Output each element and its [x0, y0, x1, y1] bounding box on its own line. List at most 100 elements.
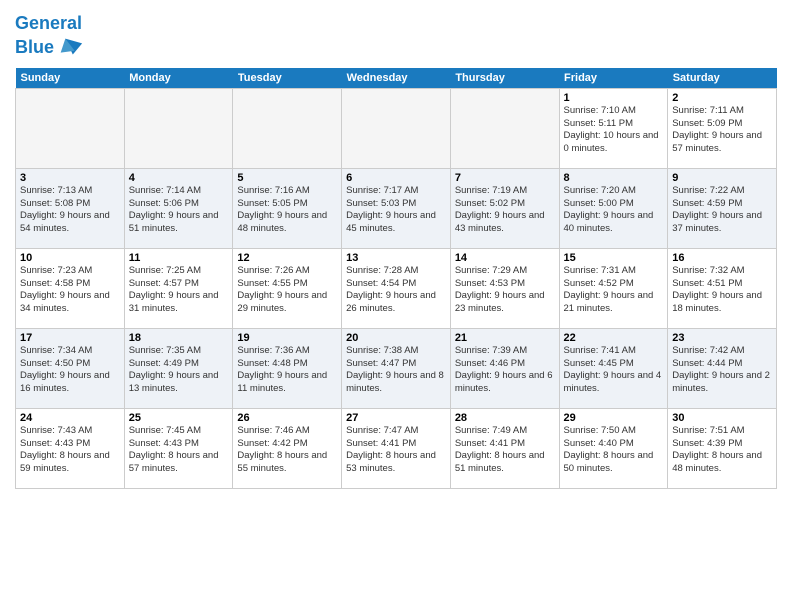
page-container: General Blue SundayMondayTuesdayWednesda…: [0, 0, 792, 499]
calendar-cell: [450, 88, 559, 168]
calendar-cell: 11Sunrise: 7:25 AM Sunset: 4:57 PM Dayli…: [124, 248, 233, 328]
calendar-cell: [342, 88, 451, 168]
day-number: 27: [346, 412, 446, 424]
day-number: 10: [20, 252, 120, 264]
day-number: 24: [20, 412, 120, 424]
calendar-cell: 21Sunrise: 7:39 AM Sunset: 4:46 PM Dayli…: [450, 328, 559, 408]
day-info: Sunrise: 7:47 AM Sunset: 4:41 PM Dayligh…: [346, 425, 446, 476]
header: General Blue: [15, 10, 777, 62]
calendar-cell: 25Sunrise: 7:45 AM Sunset: 4:43 PM Dayli…: [124, 408, 233, 488]
calendar-cell: 10Sunrise: 7:23 AM Sunset: 4:58 PM Dayli…: [16, 248, 125, 328]
weekday-header: Sunday: [16, 68, 125, 89]
day-info: Sunrise: 7:46 AM Sunset: 4:42 PM Dayligh…: [237, 425, 337, 476]
weekday-header: Tuesday: [233, 68, 342, 89]
calendar-cell: 19Sunrise: 7:36 AM Sunset: 4:48 PM Dayli…: [233, 328, 342, 408]
day-info: Sunrise: 7:42 AM Sunset: 4:44 PM Dayligh…: [672, 345, 772, 396]
calendar-week-row: 1Sunrise: 7:10 AM Sunset: 5:11 PM Daylig…: [16, 88, 777, 168]
day-info: Sunrise: 7:31 AM Sunset: 4:52 PM Dayligh…: [564, 265, 664, 316]
day-info: Sunrise: 7:41 AM Sunset: 4:45 PM Dayligh…: [564, 345, 664, 396]
day-number: 15: [564, 252, 664, 264]
calendar-cell: 20Sunrise: 7:38 AM Sunset: 4:47 PM Dayli…: [342, 328, 451, 408]
day-number: 4: [129, 172, 229, 184]
day-info: Sunrise: 7:36 AM Sunset: 4:48 PM Dayligh…: [237, 345, 337, 396]
day-info: Sunrise: 7:51 AM Sunset: 4:39 PM Dayligh…: [672, 425, 772, 476]
day-info: Sunrise: 7:23 AM Sunset: 4:58 PM Dayligh…: [20, 265, 120, 316]
calendar-week-row: 17Sunrise: 7:34 AM Sunset: 4:50 PM Dayli…: [16, 328, 777, 408]
day-info: Sunrise: 7:17 AM Sunset: 5:03 PM Dayligh…: [346, 185, 446, 236]
logo-blue: Blue: [15, 38, 54, 58]
calendar-cell: 8Sunrise: 7:20 AM Sunset: 5:00 PM Daylig…: [559, 168, 668, 248]
day-number: 29: [564, 412, 664, 424]
day-info: Sunrise: 7:35 AM Sunset: 4:49 PM Dayligh…: [129, 345, 229, 396]
day-number: 12: [237, 252, 337, 264]
day-number: 22: [564, 332, 664, 344]
calendar-cell: 17Sunrise: 7:34 AM Sunset: 4:50 PM Dayli…: [16, 328, 125, 408]
day-number: 14: [455, 252, 555, 264]
calendar-cell: 24Sunrise: 7:43 AM Sunset: 4:43 PM Dayli…: [16, 408, 125, 488]
day-info: Sunrise: 7:16 AM Sunset: 5:05 PM Dayligh…: [237, 185, 337, 236]
calendar-week-row: 24Sunrise: 7:43 AM Sunset: 4:43 PM Dayli…: [16, 408, 777, 488]
day-number: 5: [237, 172, 337, 184]
calendar-cell: 18Sunrise: 7:35 AM Sunset: 4:49 PM Dayli…: [124, 328, 233, 408]
calendar-body: 1Sunrise: 7:10 AM Sunset: 5:11 PM Daylig…: [16, 88, 777, 488]
day-info: Sunrise: 7:28 AM Sunset: 4:54 PM Dayligh…: [346, 265, 446, 316]
day-info: Sunrise: 7:22 AM Sunset: 4:59 PM Dayligh…: [672, 185, 772, 236]
calendar-cell: 26Sunrise: 7:46 AM Sunset: 4:42 PM Dayli…: [233, 408, 342, 488]
day-info: Sunrise: 7:11 AM Sunset: 5:09 PM Dayligh…: [672, 105, 772, 156]
calendar-cell: 15Sunrise: 7:31 AM Sunset: 4:52 PM Dayli…: [559, 248, 668, 328]
calendar-cell: [233, 88, 342, 168]
day-info: Sunrise: 7:34 AM Sunset: 4:50 PM Dayligh…: [20, 345, 120, 396]
day-number: 21: [455, 332, 555, 344]
logo: General Blue: [15, 14, 84, 62]
day-info: Sunrise: 7:10 AM Sunset: 5:11 PM Dayligh…: [564, 105, 664, 156]
day-info: Sunrise: 7:32 AM Sunset: 4:51 PM Dayligh…: [672, 265, 772, 316]
day-number: 25: [129, 412, 229, 424]
day-number: 13: [346, 252, 446, 264]
day-number: 11: [129, 252, 229, 264]
day-number: 2: [672, 92, 772, 104]
day-info: Sunrise: 7:13 AM Sunset: 5:08 PM Dayligh…: [20, 185, 120, 236]
calendar-cell: 22Sunrise: 7:41 AM Sunset: 4:45 PM Dayli…: [559, 328, 668, 408]
calendar-header-row: SundayMondayTuesdayWednesdayThursdayFrid…: [16, 68, 777, 89]
calendar-cell: 28Sunrise: 7:49 AM Sunset: 4:41 PM Dayli…: [450, 408, 559, 488]
weekday-header: Monday: [124, 68, 233, 89]
day-number: 7: [455, 172, 555, 184]
logo-icon: [56, 34, 84, 62]
calendar-table: SundayMondayTuesdayWednesdayThursdayFrid…: [15, 68, 777, 489]
day-number: 19: [237, 332, 337, 344]
day-info: Sunrise: 7:38 AM Sunset: 4:47 PM Dayligh…: [346, 345, 446, 396]
day-info: Sunrise: 7:43 AM Sunset: 4:43 PM Dayligh…: [20, 425, 120, 476]
day-info: Sunrise: 7:26 AM Sunset: 4:55 PM Dayligh…: [237, 265, 337, 316]
day-number: 30: [672, 412, 772, 424]
calendar-cell: 3Sunrise: 7:13 AM Sunset: 5:08 PM Daylig…: [16, 168, 125, 248]
calendar-week-row: 3Sunrise: 7:13 AM Sunset: 5:08 PM Daylig…: [16, 168, 777, 248]
day-info: Sunrise: 7:25 AM Sunset: 4:57 PM Dayligh…: [129, 265, 229, 316]
day-info: Sunrise: 7:19 AM Sunset: 5:02 PM Dayligh…: [455, 185, 555, 236]
calendar-cell: 2Sunrise: 7:11 AM Sunset: 5:09 PM Daylig…: [668, 88, 777, 168]
calendar-cell: 29Sunrise: 7:50 AM Sunset: 4:40 PM Dayli…: [559, 408, 668, 488]
calendar-cell: 27Sunrise: 7:47 AM Sunset: 4:41 PM Dayli…: [342, 408, 451, 488]
day-info: Sunrise: 7:20 AM Sunset: 5:00 PM Dayligh…: [564, 185, 664, 236]
weekday-header: Saturday: [668, 68, 777, 89]
calendar-cell: 7Sunrise: 7:19 AM Sunset: 5:02 PM Daylig…: [450, 168, 559, 248]
day-info: Sunrise: 7:39 AM Sunset: 4:46 PM Dayligh…: [455, 345, 555, 396]
day-number: 20: [346, 332, 446, 344]
day-number: 17: [20, 332, 120, 344]
day-info: Sunrise: 7:29 AM Sunset: 4:53 PM Dayligh…: [455, 265, 555, 316]
weekday-header: Thursday: [450, 68, 559, 89]
calendar-cell: 12Sunrise: 7:26 AM Sunset: 4:55 PM Dayli…: [233, 248, 342, 328]
day-number: 8: [564, 172, 664, 184]
day-info: Sunrise: 7:49 AM Sunset: 4:41 PM Dayligh…: [455, 425, 555, 476]
day-number: 16: [672, 252, 772, 264]
day-number: 1: [564, 92, 664, 104]
calendar-cell: [16, 88, 125, 168]
day-number: 18: [129, 332, 229, 344]
weekday-header: Wednesday: [342, 68, 451, 89]
day-number: 28: [455, 412, 555, 424]
calendar-cell: 23Sunrise: 7:42 AM Sunset: 4:44 PM Dayli…: [668, 328, 777, 408]
calendar-week-row: 10Sunrise: 7:23 AM Sunset: 4:58 PM Dayli…: [16, 248, 777, 328]
calendar-cell: 14Sunrise: 7:29 AM Sunset: 4:53 PM Dayli…: [450, 248, 559, 328]
day-info: Sunrise: 7:45 AM Sunset: 4:43 PM Dayligh…: [129, 425, 229, 476]
calendar-cell: 1Sunrise: 7:10 AM Sunset: 5:11 PM Daylig…: [559, 88, 668, 168]
calendar-cell: 9Sunrise: 7:22 AM Sunset: 4:59 PM Daylig…: [668, 168, 777, 248]
